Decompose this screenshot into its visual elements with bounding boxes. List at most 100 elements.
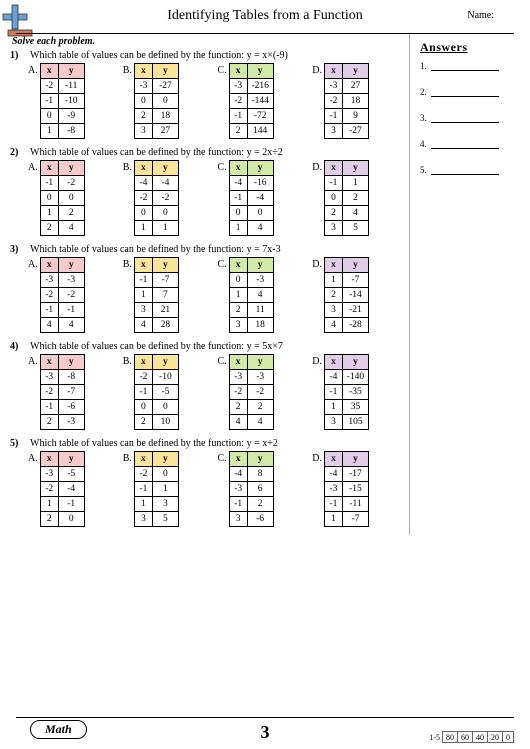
- cell-x: 0: [40, 191, 58, 206]
- option-label: C.: [218, 162, 227, 173]
- col-y-header: y: [247, 355, 273, 370]
- xy-table: xy-20-111335: [134, 451, 179, 527]
- option-label: D.: [312, 356, 322, 367]
- col-x-header: x: [324, 452, 342, 467]
- cell-x: 0: [324, 191, 342, 206]
- option-label: B.: [123, 453, 132, 464]
- cell-x: 1: [324, 512, 342, 527]
- cell-x: 2: [40, 512, 58, 527]
- cell-x: 1: [134, 497, 152, 512]
- col-y-header: y: [152, 258, 178, 273]
- answer-blank[interactable]: [431, 139, 499, 149]
- answer-blank[interactable]: [431, 113, 499, 123]
- cell-y: 2: [342, 191, 368, 206]
- cell-x: 1: [40, 124, 58, 139]
- option[interactable]: B.xy-2-10-1-500210: [123, 354, 214, 430]
- col-y-header: y: [152, 161, 178, 176]
- score-box: 80: [442, 731, 458, 743]
- cell-y: -7: [152, 273, 178, 288]
- option-label: B.: [123, 162, 132, 173]
- cell-x: -3: [229, 370, 247, 385]
- cell-y: -11: [342, 497, 368, 512]
- cell-x: 4: [324, 318, 342, 333]
- problem-question: 2)Which table of values can be defined b…: [10, 147, 403, 158]
- table-row: -2-10: [134, 370, 178, 385]
- cell-y: 18: [152, 109, 178, 124]
- answer-blanks-container: 1.2.3.4.5.: [420, 61, 510, 175]
- option[interactable]: A.xy-3-5-2-41-120: [28, 451, 119, 527]
- table-row: -1-6: [40, 400, 84, 415]
- option-label: D.: [312, 65, 322, 76]
- problem: 4)Which table of values can be defined b…: [10, 341, 403, 430]
- option[interactable]: D.xy-4-140-1-351353105: [312, 354, 403, 430]
- cell-x: -4: [324, 467, 342, 482]
- cell-y: 1: [152, 221, 178, 236]
- option[interactable]: C.xy-3-3-2-22244: [218, 354, 309, 430]
- cell-x: -4: [134, 176, 152, 191]
- table-row: -19: [324, 109, 368, 124]
- answer-blank[interactable]: [431, 165, 499, 175]
- instruction-text: Solve each problem.: [12, 36, 403, 47]
- option-label: D.: [312, 162, 322, 173]
- option[interactable]: D.xy-11022435: [312, 160, 403, 236]
- table-row: 24: [324, 206, 368, 221]
- cell-x: -3: [40, 273, 58, 288]
- option[interactable]: B.xy-4-4-2-20011: [123, 160, 214, 236]
- table-row: -1-4: [229, 191, 273, 206]
- option[interactable]: C.xy-3-216-2-144-1-722144: [218, 63, 309, 139]
- col-y-header: y: [247, 161, 273, 176]
- cell-y: -3: [58, 415, 84, 430]
- col-x-header: x: [229, 64, 247, 79]
- cell-x: -2: [40, 385, 58, 400]
- problems-container: 1) Which table of values can be defined b…: [10, 50, 403, 527]
- cell-x: 2: [229, 303, 247, 318]
- xy-table: xy-3-2700218327: [134, 63, 179, 139]
- cell-y: -27: [152, 79, 178, 94]
- cell-y: -7: [342, 512, 368, 527]
- option[interactable]: A.xy-2-11-1-100-91-8: [28, 63, 119, 139]
- option[interactable]: C.xy-48-36-123-6: [218, 451, 309, 527]
- col-x-header: x: [134, 161, 152, 176]
- table-row: 1-7: [324, 273, 368, 288]
- question-prefix: Which table of values can be defined by …: [30, 50, 247, 61]
- cell-y: 9: [342, 109, 368, 124]
- option[interactable]: D.xy-327-218-193-27: [312, 63, 403, 139]
- brand-badge: Math: [30, 720, 87, 739]
- problem-text: Which table of values can be defined by …: [30, 50, 288, 61]
- question-function: y = x×(-9): [247, 50, 288, 61]
- table-row: 17: [134, 288, 178, 303]
- table-row: 11: [134, 221, 178, 236]
- cell-x: 1: [229, 221, 247, 236]
- col-x-header: x: [324, 64, 342, 79]
- cell-y: 4: [247, 415, 273, 430]
- problem-number: 1): [10, 50, 24, 61]
- col-x-header: x: [40, 452, 58, 467]
- option[interactable]: B.xy-1-717321428: [123, 257, 214, 333]
- table-row: -4-140: [324, 370, 368, 385]
- xy-table: xy-4-4-2-20011: [134, 160, 179, 236]
- option[interactable]: D.xy1-72-143-214-28: [312, 257, 403, 333]
- option[interactable]: C.xy0-314211318: [218, 257, 309, 333]
- option[interactable]: B.xy-20-111335: [123, 451, 214, 527]
- option[interactable]: C.xy-4-16-1-40014: [218, 160, 309, 236]
- table-row: -4-16: [229, 176, 273, 191]
- xy-table: xy1-72-143-214-28: [324, 257, 369, 333]
- table-row: 3105: [324, 415, 368, 430]
- cell-x: 2: [40, 415, 58, 430]
- cell-x: -3: [324, 79, 342, 94]
- answer-blank[interactable]: [431, 87, 499, 97]
- option[interactable]: A.xy-3-8-2-7-1-62-3: [28, 354, 119, 430]
- cell-y: -2: [58, 288, 84, 303]
- option[interactable]: B.xy-3-2700218327: [123, 63, 214, 139]
- name-label-text: Name:: [467, 10, 494, 21]
- cell-x: 3: [324, 124, 342, 139]
- option[interactable]: D.xy-4-17-3-15-1-111-7: [312, 451, 403, 527]
- cell-x: -1: [229, 109, 247, 124]
- option[interactable]: A.xy-3-3-2-2-1-144: [28, 257, 119, 333]
- option[interactable]: A.xy-1-2001224: [28, 160, 119, 236]
- col-y-header: y: [58, 161, 84, 176]
- cell-x: 2: [229, 400, 247, 415]
- table-row: 3-6: [229, 512, 273, 527]
- answer-blank[interactable]: [431, 61, 499, 71]
- cell-x: -2: [40, 288, 58, 303]
